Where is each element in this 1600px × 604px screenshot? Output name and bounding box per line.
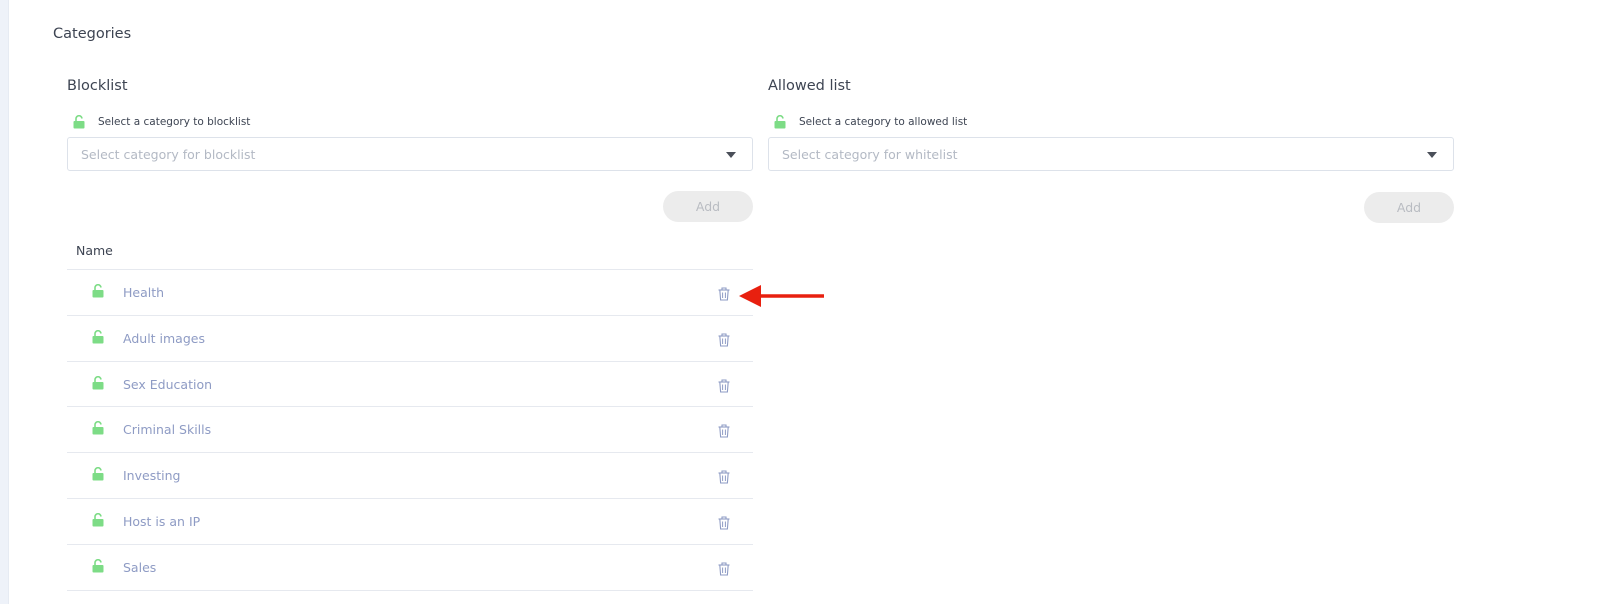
allowed-select-label-text: Select a category to allowed list xyxy=(799,116,968,128)
unlock-icon xyxy=(92,467,104,481)
trash-icon[interactable] xyxy=(718,379,730,393)
allowed-list-panel: Allowed list Select a category to allowe… xyxy=(768,78,1454,223)
table-row: Criminal Skills xyxy=(67,407,753,454)
category-name: Sex Education xyxy=(123,376,213,392)
blocklist-add-button[interactable]: Add xyxy=(663,191,753,222)
category-name: Host is an IP xyxy=(123,513,201,529)
category-name: Criminal Skills xyxy=(123,422,212,438)
blocklist-panel: Blocklist Select a category to blocklist… xyxy=(67,78,753,222)
chevron-down-icon[interactable] xyxy=(726,152,736,158)
unlock-icon xyxy=(92,558,104,573)
allowed-select-label: Select a category to allowed list xyxy=(768,114,1454,130)
allowed-category-select[interactable]: Select category for whitelist xyxy=(768,137,1454,171)
blocklist-select-label: Select a category to blocklist xyxy=(67,114,753,130)
blocklist-category-select[interactable]: Select category for blocklist xyxy=(67,137,753,171)
trash-icon[interactable] xyxy=(718,287,730,301)
unlock-icon xyxy=(92,329,104,344)
category-name: Adult images xyxy=(123,330,205,346)
red-arrow-icon xyxy=(739,285,825,311)
chevron-down-icon[interactable] xyxy=(1427,152,1437,158)
trash-icon[interactable] xyxy=(718,562,730,576)
trash-icon[interactable] xyxy=(718,424,730,438)
table-row: Host is an IP xyxy=(67,499,753,545)
sidebar-edge xyxy=(0,0,9,604)
unlock-icon xyxy=(774,115,786,129)
trash-icon[interactable] xyxy=(718,470,730,484)
table-row: Adult images xyxy=(67,316,753,362)
category-name: Health xyxy=(123,285,165,300)
table-row: Health xyxy=(67,270,753,316)
table-row: Investing xyxy=(67,453,753,499)
blocklist-title: Blocklist xyxy=(67,78,128,94)
blocklist-table: Name Health Adult images Sex Education Crim… xyxy=(67,236,753,591)
page-title: Categories xyxy=(53,26,132,42)
trash-icon[interactable] xyxy=(718,516,730,530)
table-header-name: Name xyxy=(67,236,753,270)
table-row: Sales xyxy=(67,545,753,591)
trash-icon[interactable] xyxy=(718,333,730,347)
allowed-select-placeholder: Select category for whitelist xyxy=(782,146,958,162)
blocklist-select-label-text: Select a category to blocklist xyxy=(98,116,251,128)
blocklist-select-placeholder: Select category for blocklist xyxy=(81,146,256,162)
unlock-icon xyxy=(92,512,104,527)
allowed-list-title: Allowed list xyxy=(768,78,851,94)
allowed-add-button[interactable]: Add xyxy=(1364,192,1454,223)
category-name: Investing xyxy=(123,468,181,484)
unlock-icon xyxy=(92,375,104,390)
unlock-icon xyxy=(92,421,104,435)
category-name: Sales xyxy=(123,559,157,575)
table-row: Sex Education xyxy=(67,362,753,408)
unlock-icon xyxy=(92,284,104,298)
unlock-icon xyxy=(73,115,85,129)
